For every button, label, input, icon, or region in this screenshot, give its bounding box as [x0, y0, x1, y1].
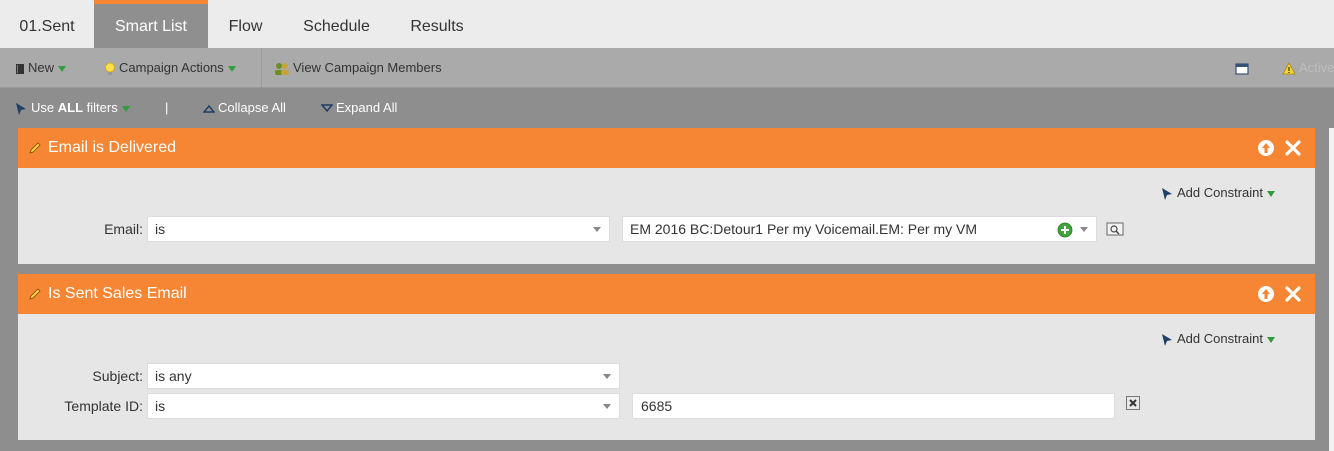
- view-campaign-members-button[interactable]: View Campaign Members: [274, 48, 442, 88]
- book-icon: [16, 63, 24, 74]
- pencil-icon: [29, 288, 41, 300]
- window-icon: [1235, 62, 1249, 75]
- template-operator-select[interactable]: is: [147, 393, 620, 419]
- tab-smart-list[interactable]: Smart List: [94, 0, 208, 48]
- subject-label: Subject:: [92, 368, 143, 384]
- use-label: Use: [31, 100, 55, 115]
- filter-is-sent-sales-email: Is Sent Sales Email Add Constraint Subje…: [18, 274, 1315, 440]
- template-id-label: Template ID:: [64, 398, 143, 414]
- subject-operator-select[interactable]: is any: [147, 363, 620, 389]
- chevron-down-icon: [1267, 336, 1275, 343]
- email-operator-value: is: [155, 221, 166, 237]
- add-constraint-button[interactable]: Add Constraint: [1160, 185, 1275, 201]
- lightbulb-icon: [105, 62, 115, 75]
- chevron-down-icon: [1267, 190, 1275, 197]
- add-constraint-label: Add Constraint: [1177, 331, 1263, 346]
- dropdown-caret-icon: [603, 374, 611, 379]
- add-icon[interactable]: [1057, 222, 1073, 238]
- email-value-select[interactable]: EM 2016 BC:Detour1 Per my Voicemail.EM: …: [622, 216, 1097, 242]
- filter-email-is-delivered: Email is Delivered Add Constraint Email:…: [18, 128, 1315, 264]
- tab-bar: 01.Sent Smart List Flow Schedule Results: [0, 0, 1334, 48]
- people-icon: [275, 62, 289, 75]
- move-up-icon[interactable]: [1257, 139, 1275, 157]
- filter-logic-button[interactable]: Use ALL filters: [14, 88, 130, 128]
- campaign-status: Active: [1282, 48, 1334, 88]
- email-operator-select[interactable]: is: [147, 216, 610, 242]
- dropdown-caret-icon: [593, 227, 601, 232]
- browse-icon[interactable]: [1106, 222, 1124, 236]
- campaign-actions-button[interactable]: Campaign Actions: [104, 48, 236, 88]
- view-campaign-members-label: View Campaign Members: [293, 60, 442, 75]
- new-menu-button[interactable]: New: [15, 48, 67, 88]
- collapse-icon: [203, 104, 215, 113]
- status-label: Active: [1299, 60, 1334, 75]
- collapse-all-label: Collapse All: [218, 100, 286, 115]
- funnel-icon: [1162, 333, 1172, 346]
- email-label: Email:: [104, 221, 143, 237]
- funnel-icon: [1162, 187, 1172, 200]
- tab-results[interactable]: Results: [390, 0, 484, 48]
- tab-schedule[interactable]: Schedule: [283, 0, 390, 48]
- new-menu-label: New: [28, 60, 55, 75]
- scrollbar[interactable]: [1329, 128, 1334, 451]
- campaign-actions-label: Campaign Actions: [119, 60, 224, 75]
- warning-icon: [1282, 62, 1296, 75]
- chevron-down-icon: [58, 65, 67, 72]
- filter-title: Email is Delivered: [48, 139, 177, 156]
- collapse-all-button[interactable]: Collapse All: [203, 88, 286, 128]
- expand-all-button[interactable]: Expand All: [321, 88, 397, 128]
- clear-icon[interactable]: [1126, 396, 1140, 410]
- funnel-icon: [16, 102, 26, 115]
- template-id-input[interactable]: 6685: [632, 393, 1115, 419]
- move-up-icon[interactable]: [1257, 285, 1275, 303]
- window-toggle-button[interactable]: [1235, 48, 1249, 88]
- pencil-icon: [29, 142, 41, 154]
- close-icon[interactable]: [1284, 139, 1302, 157]
- all-label: ALL: [57, 100, 84, 115]
- template-operator-value: is: [155, 398, 166, 414]
- filterbar-separator: |: [165, 100, 169, 115]
- filter-header: Email is Delivered: [18, 128, 1315, 168]
- toolbar: New Campaign Actions View Campaign Membe…: [0, 48, 1334, 88]
- dropdown-caret-icon: [603, 404, 611, 409]
- add-constraint-button[interactable]: Add Constraint: [1160, 331, 1275, 347]
- filter-header: Is Sent Sales Email: [18, 274, 1315, 314]
- filters-label: filters: [86, 100, 118, 115]
- tab-flow[interactable]: Flow: [208, 0, 283, 48]
- expand-icon: [321, 104, 333, 113]
- toolbar-divider: [261, 48, 262, 88]
- tab-program-name[interactable]: 01.Sent: [0, 0, 94, 48]
- expand-all-label: Expand All: [336, 100, 398, 115]
- chevron-down-icon: [227, 65, 236, 72]
- email-value-text: EM 2016 BC:Detour1 Per my Voicemail.EM: …: [630, 221, 977, 237]
- add-constraint-label: Add Constraint: [1177, 185, 1263, 200]
- filter-toolbar: Use ALL filters | Collapse All Expand Al…: [0, 88, 1334, 128]
- filter-title: Is Sent Sales Email: [48, 285, 187, 302]
- close-icon[interactable]: [1284, 285, 1302, 303]
- subject-operator-value: is any: [155, 368, 192, 384]
- chevron-down-icon: [121, 105, 130, 112]
- dropdown-caret-icon: [1080, 227, 1088, 232]
